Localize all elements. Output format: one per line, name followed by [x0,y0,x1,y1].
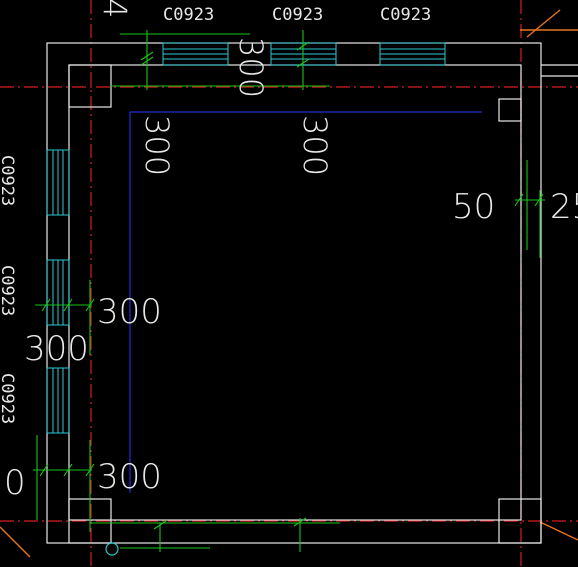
dim-left-mid-horizontal: 300 [97,292,162,332]
window-code-left-1: C0923 [0,155,17,206]
window-code-top-2: C0923 [272,5,323,25]
window-code-top-3: C0923 [380,5,431,25]
window-code-left-3: C0923 [0,373,17,424]
dim-top-left-clipped: 4 [96,0,134,18]
dim-left-bottom-horizontal: 300 [97,457,162,497]
dim-left-mid-lower: 300 [24,329,89,369]
dim-left-bottom-clipped: 0 [4,463,26,503]
axis-marker-circle [105,542,119,556]
dim-left-top-vertical: 300 [138,115,176,176]
dim-top-vertical: 300 [232,37,270,98]
window-code-left-2: C0923 [0,265,17,316]
left-windows [46,149,70,434]
dim-center-top-vertical: 300 [296,115,334,176]
cad-drawing-canvas: C0923 C0923 C0923 C0923 C0923 C0923 300 … [0,0,578,567]
window-code-top-1: C0923 [163,5,214,25]
dim-right-value: 50 [452,187,495,227]
dim-right-value-clipped: 25 [550,187,578,227]
axis-lines [0,0,578,567]
